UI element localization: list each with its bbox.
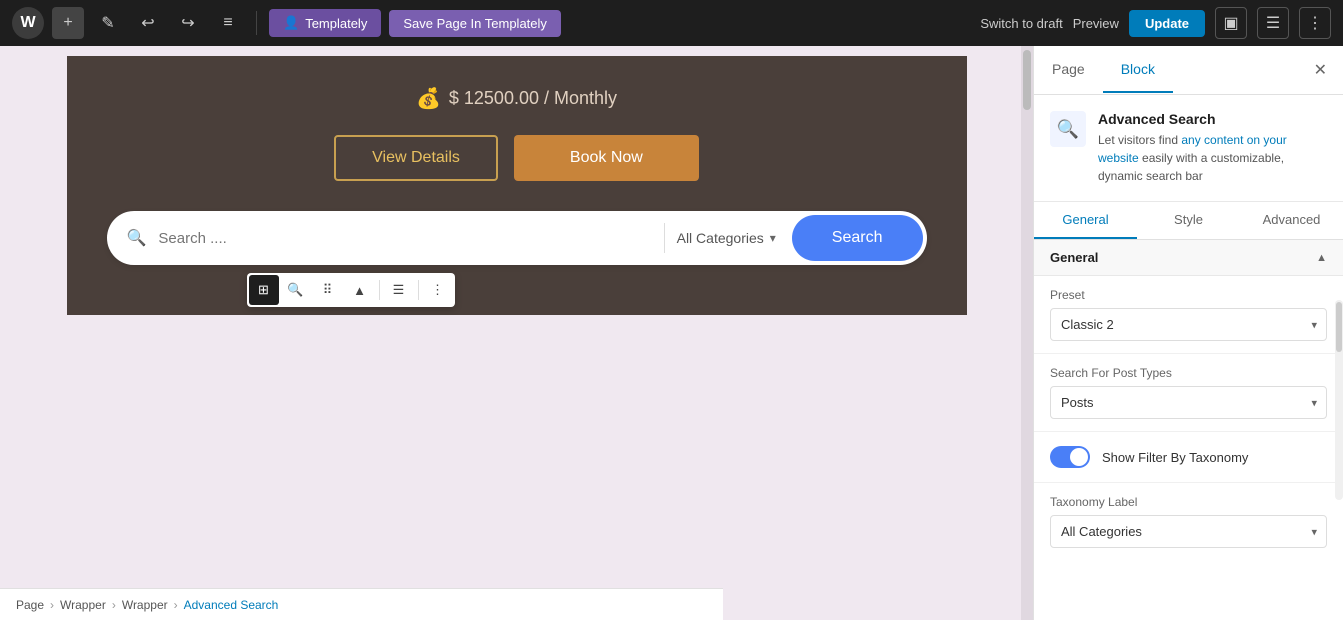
price-text: $ 12500.00 / Monthly [449, 88, 617, 109]
block-type-icon: 🔍 [1050, 111, 1086, 147]
taxonomy-select[interactable]: All Categories [1050, 515, 1327, 548]
filter-taxonomy-toggle-row: Show Filter By Taxonomy [1034, 432, 1343, 483]
tab-general[interactable]: General [1034, 202, 1137, 239]
save-page-button[interactable]: Save Page In Templately [389, 10, 561, 37]
block-align-button[interactable]: ☰ [384, 275, 414, 305]
toggle-knob [1070, 448, 1088, 466]
chevron-up-icon: ▲ [1316, 252, 1327, 264]
toolbar-sep [379, 280, 380, 300]
breadcrumb-wrapper1[interactable]: Wrapper [60, 598, 106, 612]
search-input[interactable] [158, 216, 663, 261]
toolbar-sep2 [418, 280, 419, 300]
breadcrumb-page[interactable]: Page [16, 598, 44, 612]
undo-button[interactable]: ↩ [132, 7, 164, 39]
more-options-button[interactable]: ⋮ [1299, 7, 1331, 39]
view-details-button[interactable]: View Details [334, 135, 498, 181]
block-search-button[interactable]: 🔍 [281, 275, 311, 305]
block-toolbar: ⊞ 🔍 ⠿ ▲ ☰ ⋮ [247, 273, 455, 307]
templately-button[interactable]: 👤 Templately [269, 9, 381, 37]
panel-sub-tabs: General Style Advanced [1034, 202, 1343, 240]
preset-field: Preset Classic 2 Classic 1 ▾ [1034, 276, 1343, 354]
block-more-button[interactable]: ⋮ [423, 275, 453, 305]
price-icon: 💰 [416, 86, 441, 111]
canvas-scrollbar[interactable] [1021, 46, 1033, 620]
search-button[interactable]: Search [792, 215, 923, 261]
panel-close-button[interactable]: ✕ [1298, 46, 1343, 94]
search-for-select[interactable]: Posts Pages [1050, 386, 1327, 419]
panel-content: General ▲ Preset Classic 2 Classic 1 ▾ S… [1034, 240, 1343, 620]
panel-scrollbar-thumb [1336, 302, 1342, 352]
block-info: 🔍 Advanced Search Let visitors find any … [1034, 95, 1343, 202]
block-desc: Let visitors find any content on your we… [1098, 131, 1327, 185]
canvas-area: 💰 $ 12500.00 / Monthly ⊞ 🔍 ⠿ ▲ ☰ ⋮ View … [0, 46, 1033, 620]
filter-taxonomy-toggle[interactable] [1050, 446, 1090, 468]
right-panel: Page Block ✕ 🔍 Advanced Search Let visit… [1033, 46, 1343, 620]
category-selector[interactable]: All Categories ▾ [665, 230, 788, 246]
breadcrumb-sep3: › [174, 598, 178, 612]
top-toolbar: W + ✎ ↩ ↪ ≡ 👤 Templately Save Page In Te… [0, 0, 1343, 46]
preset-label: Preset [1050, 288, 1327, 302]
edit-button[interactable]: ✎ [92, 7, 124, 39]
search-bar: 🔍 All Categories ▾ Search [107, 211, 927, 265]
preset-select[interactable]: Classic 2 Classic 1 [1050, 308, 1327, 341]
general-section-title: General [1050, 250, 1098, 265]
switch-draft-button[interactable]: Switch to draft [980, 16, 1062, 31]
toolbar-separator [256, 11, 257, 35]
filter-taxonomy-label: Show Filter By Taxonomy [1102, 450, 1248, 465]
options-button[interactable]: ☰ [1257, 7, 1289, 39]
taxonomy-label-title: Taxonomy Label [1050, 495, 1327, 509]
block-desc-part1: Let visitors find [1098, 133, 1181, 147]
search-icon: 🔍 [107, 228, 159, 248]
search-for-field: Search For Post Types Posts Pages ▾ [1034, 354, 1343, 432]
add-block-button[interactable]: + [52, 7, 84, 39]
block-up-button[interactable]: ▲ [345, 275, 375, 305]
chevron-down-icon: ▾ [770, 231, 776, 245]
main-layout: 💰 $ 12500.00 / Monthly ⊞ 🔍 ⠿ ▲ ☰ ⋮ View … [0, 46, 1343, 620]
category-text: All Categories [677, 230, 764, 246]
wp-logo: W [12, 7, 44, 39]
topbar-right: Switch to draft Preview Update ▣ ☰ ⋮ [980, 7, 1331, 39]
templately-label: Templately [305, 16, 367, 31]
breadcrumb-wrapper2[interactable]: Wrapper [122, 598, 168, 612]
panel-toggle-button[interactable]: ▣ [1215, 7, 1247, 39]
search-for-select-wrapper[interactable]: Posts Pages ▾ [1050, 386, 1327, 419]
price-row: 💰 $ 12500.00 / Monthly [107, 86, 927, 111]
preview-button[interactable]: Preview [1073, 16, 1119, 31]
tab-style[interactable]: Style [1137, 202, 1240, 239]
list-view-button[interactable]: ≡ [212, 7, 244, 39]
canvas-scrollbar-thumb [1023, 50, 1031, 110]
tab-advanced[interactable]: Advanced [1240, 202, 1343, 239]
block-drag-button[interactable]: ⠿ [313, 275, 343, 305]
content-block: 💰 $ 12500.00 / Monthly ⊞ 🔍 ⠿ ▲ ☰ ⋮ View … [67, 56, 967, 315]
block-type-button[interactable]: ⊞ [249, 275, 279, 305]
search-for-label: Search For Post Types [1050, 366, 1327, 380]
breadcrumb-bar: Page › Wrapper › Wrapper › Advanced Sear… [0, 588, 723, 620]
preset-select-wrapper[interactable]: Classic 2 Classic 1 ▾ [1050, 308, 1327, 341]
search-block-icon: 🔍 [1057, 119, 1079, 140]
panel-scrollbar[interactable] [1335, 300, 1343, 500]
panel-tab-page[interactable]: Page [1034, 47, 1103, 93]
breadcrumb-advanced-search[interactable]: Advanced Search [184, 598, 279, 612]
book-now-button[interactable]: Book Now [514, 135, 699, 181]
taxonomy-section: Taxonomy Label All Categories ▾ [1034, 483, 1343, 560]
templately-icon: 👤 [283, 15, 299, 31]
redo-button[interactable]: ↪ [172, 7, 204, 39]
panel-tab-block[interactable]: Block [1103, 47, 1173, 93]
general-section-header[interactable]: General ▲ [1034, 240, 1343, 276]
breadcrumb-sep1: › [50, 598, 54, 612]
panel-header: Page Block ✕ [1034, 46, 1343, 95]
breadcrumb-sep2: › [112, 598, 116, 612]
update-button[interactable]: Update [1129, 10, 1205, 37]
button-row: ⊞ 🔍 ⠿ ▲ ☰ ⋮ View Details Book Now [107, 135, 927, 181]
taxonomy-select-wrapper[interactable]: All Categories ▾ [1050, 515, 1327, 548]
block-description: Advanced Search Let visitors find any co… [1098, 111, 1327, 185]
block-title: Advanced Search [1098, 111, 1327, 127]
